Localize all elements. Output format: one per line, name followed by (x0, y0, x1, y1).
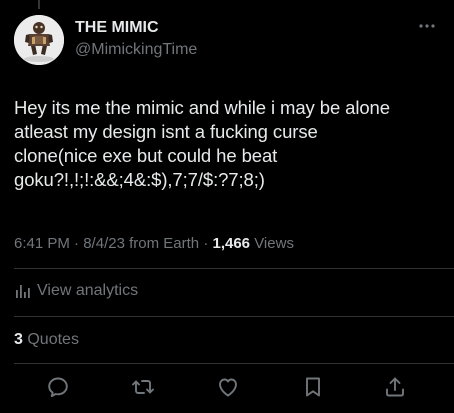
divider (14, 363, 454, 364)
share-button[interactable] (382, 374, 408, 400)
author-display-name[interactable]: THE MIMIC (75, 18, 197, 38)
bookmark-icon (306, 377, 320, 397)
quotes-count: 3 (14, 331, 23, 348)
bookmark-button[interactable] (300, 374, 326, 400)
retweet-button[interactable] (130, 374, 156, 400)
meta-separator: · (74, 235, 80, 252)
heart-icon (219, 378, 237, 397)
quotes-link[interactable]: 3 Quotes (14, 330, 79, 350)
thread-connector-line (38, 0, 40, 9)
tweet-time[interactable]: 6:41 PM (14, 235, 70, 252)
divider (14, 268, 454, 269)
view-analytics-link[interactable]: View analytics (14, 281, 138, 301)
reply-button[interactable] (45, 374, 71, 400)
figure-avatar-icon (14, 15, 64, 65)
retweet-icon (132, 380, 154, 394)
share-icon (386, 377, 404, 397)
tweet-text: Hey its me the mimic and while i may be … (14, 97, 390, 190)
reply-icon (48, 377, 68, 398)
author-block[interactable]: THE MIMIC @MimickingTime (75, 18, 197, 60)
more-dots-icon (419, 24, 435, 28)
more-options-button[interactable] (416, 18, 438, 34)
author-handle[interactable]: @MimickingTime (75, 40, 197, 60)
views-label: Views (254, 235, 294, 252)
view-analytics-label: View analytics (37, 282, 139, 299)
tweet-date[interactable]: 8/4/23 (83, 235, 125, 252)
avatar[interactable] (14, 15, 64, 65)
tweet-source: from Earth (129, 235, 200, 252)
views-count: 1,466 (212, 235, 251, 252)
divider (14, 316, 454, 317)
like-button[interactable] (215, 374, 241, 400)
action-bar (0, 374, 454, 402)
meta-separator: · (203, 235, 209, 252)
tweet-metadata: 6:41 PM · 8/4/23 from Earth · 1,466 View… (14, 234, 294, 254)
quotes-label: Quotes (27, 331, 79, 348)
analytics-bars-icon (16, 285, 30, 298)
